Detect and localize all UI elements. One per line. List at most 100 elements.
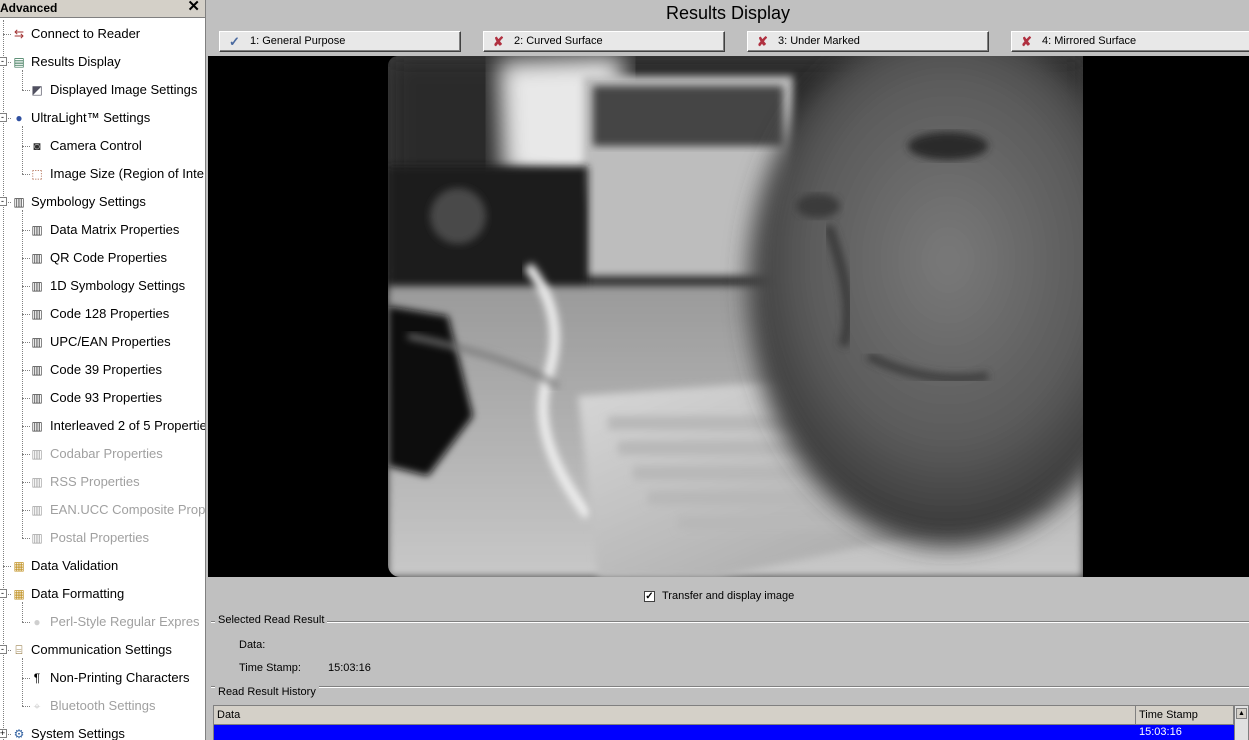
image-settings-icon: ◩ [31,83,43,97]
symbology-icon: ▥ [31,531,43,545]
tree-item-system-settings[interactable]: + ⚙ System Settings [0,720,205,740]
tree-item-results-display[interactable]: - ▤ Results Display [0,48,205,76]
tree-item-perl-style-regular-expres[interactable]: ● Perl-Style Regular Expres [0,608,205,636]
tree-item-label: Data Validation [31,558,119,573]
divider [211,621,1249,623]
regex-icon: ● [33,615,41,629]
data-formatting-icon: ▦ [13,587,25,601]
data-label: Data: [239,639,266,651]
column-header-time-stamp[interactable]: Time Stamp [1136,706,1234,725]
vertical-scrollbar[interactable]: ▲ [1234,706,1248,740]
tree-item-ean-ucc-composite-prop[interactable]: ▥ EAN.UCC Composite Prop [0,496,206,524]
expand-icon[interactable]: + [0,729,7,738]
timestamp-label: Time Stamp: [239,662,301,674]
tree-item-label: Code 93 Properties [50,390,163,405]
transfer-image-checkbox[interactable]: ✓ [644,591,655,602]
tree-item-label: EAN.UCC Composite Prop [50,502,206,517]
pilcrow-icon: ¶ [33,671,41,685]
collapse-icon[interactable]: - [0,197,7,206]
symbology-icon: ▥ [31,307,43,321]
tree-item-label: Connect to Reader [31,26,141,41]
selected-result-title: Selected Read Result [215,614,328,626]
tree-item-data-formatting[interactable]: - ▦ Data Formatting [0,580,205,608]
data-validation-icon: ▦ [13,559,25,573]
tree-item-code-39-properties[interactable]: ▥ Code 39 Properties [0,356,205,384]
symbology-icon: ▥ [31,419,43,433]
column-header-data[interactable]: Data [214,706,1136,725]
page-title: Results Display [665,3,791,23]
tree-item-label: Interleaved 2 of 5 Propertie [50,418,206,433]
tree-item-label: Code 39 Properties [50,362,163,377]
system-settings-icon: ⚙ [13,727,25,740]
tree-item-code-128-properties[interactable]: ▥ Code 128 Properties [0,300,205,328]
tree-line [22,706,30,707]
tree-item-non-printing-characters[interactable]: ¶ Non-Printing Characters [0,664,205,692]
tree-item-label: RSS Properties [50,474,140,489]
tree-line [22,370,30,371]
tree-item-data-matrix-properties[interactable]: ▥ Data Matrix Properties [0,216,205,244]
tree-item-ultralight-settings[interactable]: - ● UltraLight™ Settings [0,104,205,132]
tab-under-marked[interactable]: ✘ 3: Under Marked [747,31,989,52]
history-title: Read Result History [215,686,319,698]
tree-line [22,210,23,538]
tree-item-label: Codabar Properties [50,446,163,461]
tree-line [22,398,30,399]
read-result-history-table[interactable]: Data Time Stamp 15:03:16 ▲ [213,705,1249,740]
collapse-icon[interactable]: - [0,113,7,122]
tree-item-label: Data Matrix Properties [50,222,180,237]
table-row[interactable]: 15:03:16 [214,725,1234,740]
tree-title: Advanced [0,1,58,15]
tree-line [22,426,30,427]
tree-item-data-validation[interactable]: ▦ Data Validation [0,552,205,580]
symbology-icon: ▥ [31,363,43,377]
collapse-icon[interactable]: - [0,57,7,66]
tree-item-upc-ean-properties[interactable]: ▥ UPC/EAN Properties [0,328,205,356]
collapse-icon[interactable]: - [0,589,7,598]
display-icon: ▤ [13,55,25,69]
tree-item-label: QR Code Properties [50,250,168,265]
tree-item-1d-symbology-settings[interactable]: ▥ 1D Symbology Settings [0,272,205,300]
tree-item-image-size-region-of-inte[interactable]: ⬚ Image Size (Region of Inte [0,160,205,188]
scroll-up-icon[interactable]: ▲ [1236,708,1247,719]
tree-item-communication-settings[interactable]: - ⌸ Communication Settings [0,636,205,664]
timestamp-value: 15:03:16 [328,662,371,674]
tree-item-code-93-properties[interactable]: ▥ Code 93 Properties [0,384,205,412]
camera-image [388,56,1083,577]
tree-item-camera-control[interactable]: ◙ Camera Control [0,132,205,160]
tree-item-codabar-properties[interactable]: ▥ Codabar Properties [0,440,205,468]
ultralight-icon: ● [15,111,23,125]
communication-icon: ⌸ [15,643,23,657]
tree-item-rss-properties[interactable]: ▥ RSS Properties [0,468,205,496]
tree-line [22,482,30,483]
tab-general-purpose[interactable]: ✓ 1: General Purpose [219,31,461,52]
collapse-icon[interactable]: - [0,645,7,654]
tree-line [3,566,11,567]
tree-line [3,34,11,35]
tree-item-bluetooth-settings[interactable]: ⌖ Bluetooth Settings [0,692,205,720]
tree-item-label: 1D Symbology Settings [50,278,186,293]
tree-line [22,602,23,622]
tree-item-interleaved-2-of-5-propertie[interactable]: ▥ Interleaved 2 of 5 Propertie [0,412,206,440]
tree-item-label: UPC/EAN Properties [50,334,171,349]
bluetooth-icon: ⌖ [33,699,41,713]
close-icon[interactable]: ✕ [187,0,200,16]
tree-item-symbology-settings[interactable]: - ▥ Symbology Settings [0,188,205,216]
tree-line [22,658,23,706]
tree-item-postal-properties[interactable]: ▥ Postal Properties [0,524,205,552]
tab-mirrored-surface[interactable]: ✘ 4: Mirrored Surface [1011,31,1249,52]
symbology-icon: ▥ [31,251,43,265]
tree-line [22,70,23,90]
transfer-image-label: Transfer and display image [662,590,795,602]
tree-header: Advanced ✕ [0,0,205,18]
tree-line [22,126,23,174]
tree-item-qr-code-properties[interactable]: ▥ QR Code Properties [0,244,205,272]
tab-label: 3: Under Marked [778,35,860,47]
tree-item-connect-to-reader[interactable]: ⇆ Connect to Reader [0,20,205,48]
tree-line [22,510,30,511]
tree-item-label: Bluetooth Settings [50,698,156,713]
tree-item-label: UltraLight™ Settings [31,110,151,125]
checkmark-icon: ✓ [229,34,240,49]
tab-curved-surface[interactable]: ✘ 2: Curved Surface [483,31,725,52]
symbology-icon: ▥ [31,223,43,237]
tree-item-displayed-image-settings[interactable]: ◩ Displayed Image Settings [0,76,205,104]
